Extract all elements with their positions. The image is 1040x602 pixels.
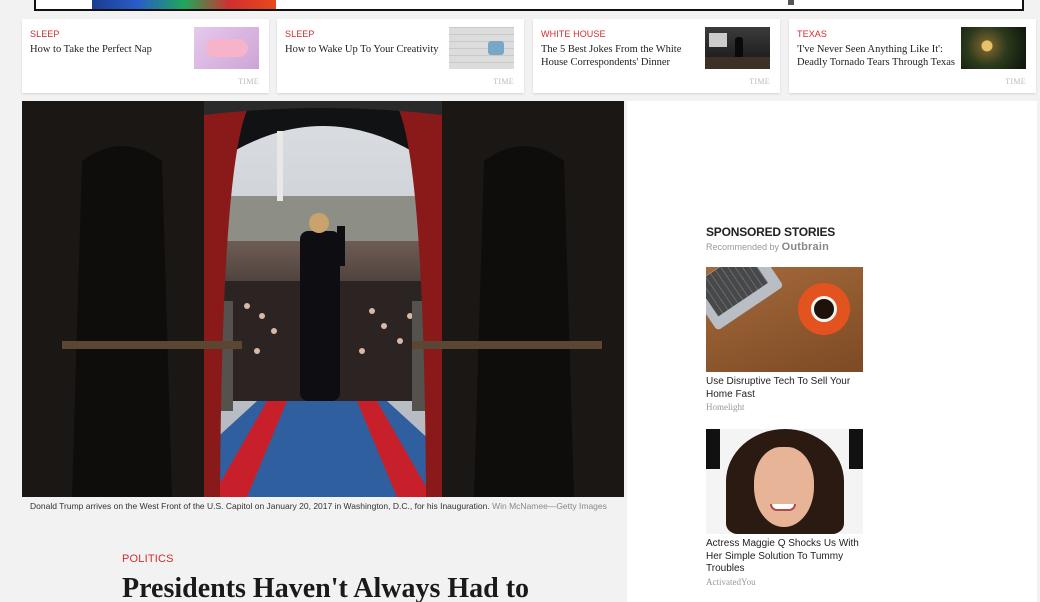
caption-text: Donald Trump arrives on the West Front o…: [30, 501, 490, 511]
coffee-icon: [811, 296, 837, 322]
section-kicker[interactable]: POLITICS: [122, 553, 174, 565]
backdrop-letter-icon: [849, 429, 863, 469]
sponsored-stories-heading: SPONSORED STORIES: [706, 225, 836, 239]
card-kicker[interactable]: WHITE HOUSE: [541, 29, 606, 39]
photo-credit: Win McNamee—Getty Images: [492, 501, 607, 511]
tornado-thumbnail[interactable]: [961, 27, 1026, 69]
card-source: TIME: [493, 77, 514, 86]
card-source: TIME: [749, 77, 770, 86]
sponsored-story[interactable]: Actress Maggie Q Shocks Us With Her Simp…: [706, 429, 863, 587]
related-card[interactable]: TEXAS 'I've Never Seen Anything Like It'…: [789, 19, 1036, 93]
card-headline[interactable]: How to Take the Perfect Nap: [30, 44, 190, 57]
backdrop-letter-icon: [706, 429, 720, 469]
card-source: TIME: [238, 77, 259, 86]
card-kicker[interactable]: SLEEP: [30, 29, 60, 39]
article-title: Presidents Haven't Always Had to: [122, 573, 530, 602]
photo-caption: Donald Trump arrives on the West Front o…: [30, 500, 610, 513]
related-card[interactable]: WHITE HOUSE The 5 Best Jokes From the Wh…: [533, 19, 780, 93]
related-stories-row: SLEEP How to Take the Perfect Nap TIME S…: [22, 19, 1036, 93]
outbrain-logo[interactable]: Outbrain: [782, 241, 829, 253]
related-card[interactable]: SLEEP How to Wake Up To Your Creativity …: [277, 19, 524, 93]
ad-marker-icon: [788, 0, 794, 5]
coffee-cup-icon: [798, 283, 850, 335]
banner-ad-image[interactable]: [92, 0, 276, 9]
related-card[interactable]: SLEEP How to Take the Perfect Nap TIME: [22, 19, 269, 93]
sleep-mask-icon: [206, 39, 248, 57]
comedian-thumbnail[interactable]: [705, 27, 770, 69]
recommended-by[interactable]: Recommended by Outbrain: [706, 241, 829, 253]
actress-portrait-image[interactable]: [706, 429, 863, 534]
story-source: Homelight: [706, 402, 745, 412]
laptop-coffee-image[interactable]: [706, 267, 863, 372]
card-headline[interactable]: The 5 Best Jokes From the White House Co…: [541, 44, 701, 69]
hand-icon: [488, 41, 504, 55]
card-kicker[interactable]: TEXAS: [797, 29, 827, 39]
sleep-mask-thumbnail[interactable]: [194, 27, 259, 69]
recommended-by-label: Recommended by: [706, 242, 780, 252]
card-headline[interactable]: How to Wake Up To Your Creativity: [285, 44, 445, 57]
story-title[interactable]: Use Disruptive Tech To Sell Your Home Fa…: [706, 376, 863, 401]
sponsored-story[interactable]: Use Disruptive Tech To Sell Your Home Fa…: [706, 267, 863, 412]
puzzle-thumbnail[interactable]: [449, 27, 514, 69]
inauguration-photo-illustration: [22, 101, 624, 497]
hero-photo[interactable]: [22, 101, 624, 497]
card-source: TIME: [1005, 77, 1026, 86]
stage-icon: [705, 57, 770, 69]
story-title[interactable]: Actress Maggie Q Shocks Us With Her Simp…: [706, 538, 863, 576]
smile-shape: [770, 504, 796, 511]
story-source: ActivatedYou: [706, 576, 756, 587]
stage-logo-icon: [709, 33, 727, 47]
top-banner-ad[interactable]: [34, 0, 1024, 11]
card-kicker[interactable]: SLEEP: [285, 29, 315, 39]
face-shape: [754, 447, 814, 527]
card-headline[interactable]: 'I've Never Seen Anything Like It': Dead…: [797, 44, 957, 69]
